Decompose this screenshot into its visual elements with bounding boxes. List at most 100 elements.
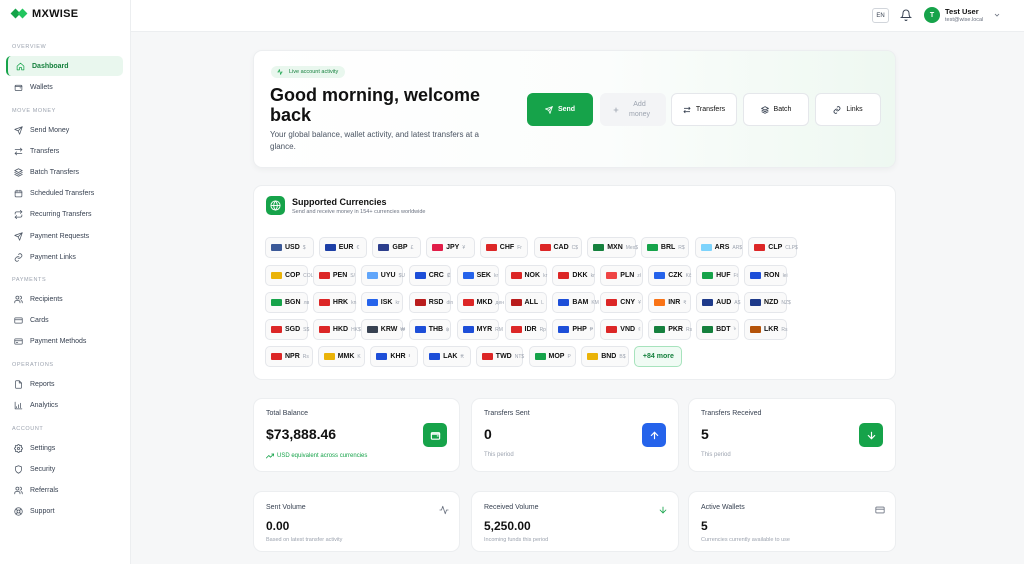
sidebar-item-referrals[interactable]: Referrals bbox=[6, 480, 123, 500]
sidebar-item-payment-requests[interactable]: Payment Requests bbox=[6, 226, 123, 246]
currency-symbol: kr bbox=[395, 299, 400, 306]
currency-chip[interactable]: NZD NZ$ bbox=[744, 292, 791, 313]
links-button[interactable]: Links bbox=[815, 93, 881, 126]
sidebar-item-support[interactable]: Support bbox=[6, 502, 123, 522]
sidebar-item-settings[interactable]: Settings bbox=[6, 438, 123, 458]
currency-chip[interactable]: BND B$ bbox=[581, 346, 629, 367]
currency-chip[interactable]: VND ₫ bbox=[600, 319, 643, 340]
currency-chip[interactable]: ISK kr bbox=[360, 292, 404, 313]
currency-symbol: A$ bbox=[734, 299, 741, 306]
flag-icon bbox=[702, 272, 714, 279]
add-money-button[interactable]: Add money bbox=[600, 93, 666, 126]
currency-chip[interactable]: PHP ₱ bbox=[552, 319, 596, 340]
currency-chip[interactable]: PEN S/ bbox=[312, 265, 356, 286]
currency-code: NPR bbox=[285, 353, 300, 360]
currency-chip[interactable]: LAK ₭ bbox=[423, 346, 471, 367]
currency-chip[interactable]: BRL R$ bbox=[640, 237, 690, 258]
currency-chip[interactable]: MKD ден bbox=[456, 292, 504, 313]
bell-icon[interactable] bbox=[900, 9, 912, 21]
nav-section-title: MOVE MONEY bbox=[12, 108, 56, 114]
transfers-button[interactable]: Transfers bbox=[671, 93, 737, 126]
currency-chip[interactable]: CRC ₡ bbox=[408, 265, 452, 286]
currency-chip[interactable]: KRW ₩ bbox=[360, 319, 405, 340]
currency-symbol: RM bbox=[495, 326, 503, 333]
sidebar-item-label: Scheduled Transfers bbox=[30, 190, 95, 198]
logo[interactable]: MXWISE bbox=[10, 6, 78, 22]
currency-chip[interactable]: HRK kn bbox=[312, 292, 356, 313]
currency-chip[interactable]: HKD HK$ bbox=[312, 319, 361, 340]
language-button[interactable]: EN bbox=[872, 8, 889, 23]
sidebar-item-reports[interactable]: Reports bbox=[6, 374, 123, 394]
currency-chip[interactable]: MYR RM bbox=[456, 319, 503, 340]
sidebar-item-dashboard[interactable]: Dashboard bbox=[6, 56, 123, 76]
globe-icon bbox=[266, 196, 285, 215]
currency-chip[interactable]: CLP CLP$ bbox=[748, 237, 798, 258]
sidebar-item-payment-methods[interactable]: Payment Methods bbox=[6, 331, 123, 351]
currency-chip[interactable]: KHR ៛ bbox=[370, 346, 418, 367]
sidebar-item-batch-transfers[interactable]: Batch Transfers bbox=[6, 162, 123, 182]
currency-chip[interactable]: UYU $U bbox=[360, 265, 405, 286]
sidebar-item-scheduled-transfers[interactable]: Scheduled Transfers bbox=[6, 184, 123, 204]
currency-chip[interactable]: ALL L bbox=[504, 292, 548, 313]
currency-chip[interactable]: BAM KM bbox=[552, 292, 599, 313]
currency-chip[interactable]: LKR Rs bbox=[744, 319, 788, 340]
currency-symbol: S/ bbox=[350, 272, 356, 279]
flag-icon bbox=[366, 326, 378, 333]
currency-chip[interactable]: AUD A$ bbox=[696, 292, 741, 313]
currency-symbol: £ bbox=[410, 244, 414, 251]
currency-chip[interactable]: CHF Fr bbox=[479, 237, 529, 258]
currency-symbol: R$ bbox=[678, 244, 685, 251]
currency-chip[interactable]: CNY ¥ bbox=[600, 292, 643, 313]
currency-chip[interactable]: NOK kr bbox=[504, 265, 547, 286]
currency-symbol: ¥ bbox=[638, 299, 641, 306]
currency-chip[interactable]: BDT ৳ bbox=[696, 319, 739, 340]
currency-chip[interactable]: MMK K bbox=[317, 346, 366, 367]
currency-chip[interactable]: USD $ bbox=[265, 237, 314, 258]
sidebar-item-recurring-transfers[interactable]: Recurring Transfers bbox=[6, 205, 123, 225]
chevron-down-icon[interactable] bbox=[993, 11, 1001, 19]
currency-chip[interactable]: IDR Rp bbox=[504, 319, 548, 340]
currency-chip[interactable]: THB ฿ bbox=[408, 319, 452, 340]
currency-chip[interactable]: PKR Rs bbox=[648, 319, 692, 340]
currency-chip[interactable]: TWD NT$ bbox=[475, 346, 524, 367]
currency-chip[interactable]: MXN Mex$ bbox=[587, 237, 638, 258]
currency-chip[interactable]: CZK Kč bbox=[648, 265, 691, 286]
currency-chip[interactable]: PLN zł bbox=[600, 265, 643, 286]
sidebar-item-label: Payment Methods bbox=[30, 337, 87, 345]
user-name[interactable]: Test User bbox=[945, 7, 979, 16]
currency-chip[interactable]: ARS AR$ bbox=[694, 237, 744, 258]
currency-chip[interactable]: GBP £ bbox=[372, 237, 421, 258]
currency-chip[interactable]: CAD C$ bbox=[533, 237, 582, 258]
sidebar-item-wallets[interactable]: Wallets bbox=[6, 77, 123, 97]
currency-chip[interactable]: NPR Rs bbox=[265, 346, 313, 367]
currency-chip[interactable]: EUR € bbox=[318, 237, 368, 258]
currency-chip[interactable]: SEK kr bbox=[456, 265, 500, 286]
currency-chip[interactable]: BGN лв bbox=[265, 292, 309, 313]
currency-chip[interactable]: HUF Ft bbox=[696, 265, 739, 286]
currency-chip[interactable]: MOP P bbox=[528, 346, 576, 367]
currency-chip[interactable]: COP COL$ bbox=[265, 265, 316, 286]
sidebar-item-analytics[interactable]: Analytics bbox=[6, 395, 123, 415]
batch-button[interactable]: Batch bbox=[743, 93, 809, 126]
currency-chip[interactable]: INR ₹ bbox=[648, 292, 691, 313]
currency-chip[interactable]: RON lei bbox=[744, 265, 788, 286]
sidebar-item-security[interactable]: Security bbox=[6, 459, 123, 479]
currency-chip[interactable]: SGD S$ bbox=[265, 319, 309, 340]
avatar[interactable]: T bbox=[924, 7, 940, 23]
sidebar-item-payment-links[interactable]: Payment Links bbox=[6, 247, 123, 267]
sidebar-item-recipients[interactable]: Recipients bbox=[6, 289, 123, 309]
sidebar-item-send-money[interactable]: Send Money bbox=[6, 120, 123, 140]
batch-button-label: Batch bbox=[773, 106, 792, 113]
flag-icon bbox=[510, 299, 522, 306]
currency-symbol: Rs bbox=[781, 326, 788, 333]
sidebar-item-transfers[interactable]: Transfers bbox=[6, 141, 123, 161]
currency-chip[interactable]: JPY ¥ bbox=[426, 237, 475, 258]
more-currencies-button[interactable]: +84 more bbox=[633, 346, 682, 367]
sidebar-item-cards[interactable]: Cards bbox=[6, 310, 123, 330]
flag-icon bbox=[366, 272, 378, 279]
send-button[interactable]: Send bbox=[527, 93, 593, 126]
currency-code: HRK bbox=[332, 299, 349, 306]
flag-icon bbox=[558, 272, 570, 279]
currency-chip[interactable]: DKK kr bbox=[552, 265, 596, 286]
currency-chip[interactable]: RSD din bbox=[408, 292, 453, 313]
